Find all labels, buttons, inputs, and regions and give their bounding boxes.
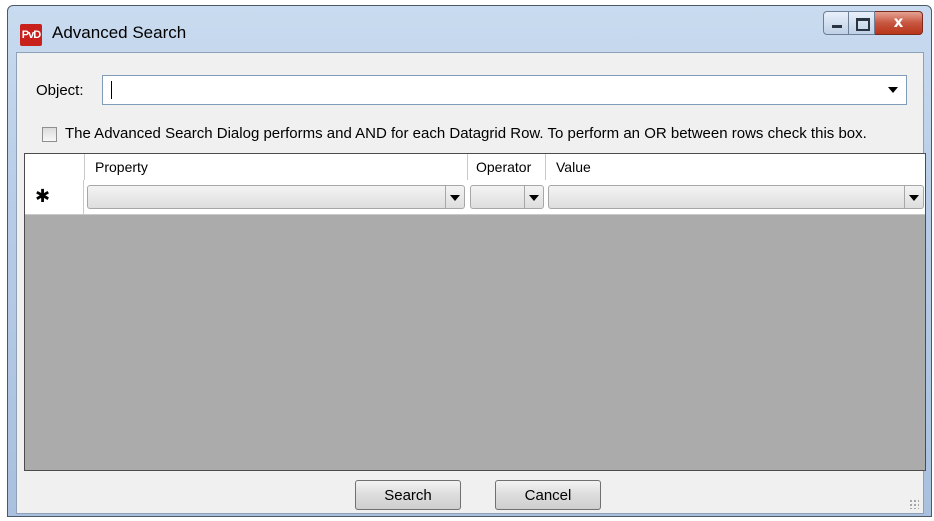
column-header-value[interactable]: Value [546,154,925,180]
chevron-down-icon[interactable] [888,87,898,93]
dialog-body: Object: The Advanced Search Dialog perfo… [16,52,926,514]
text-caret [111,81,112,99]
advanced-search-window: PvD Advanced Search x Object: The Advanc… [7,5,932,517]
search-datagrid[interactable]: Property Operator Value ✱ [24,153,926,471]
cancel-button[interactable]: Cancel [495,480,601,510]
close-button[interactable]: x [875,11,923,35]
object-label: Object: [36,82,84,99]
property-dropdown[interactable] [87,185,465,209]
minimize-button[interactable] [823,11,849,35]
app-icon: PvD [20,24,42,46]
object-combobox[interactable] [102,75,907,105]
window-controls: x [823,11,923,37]
close-icon: x [893,13,904,31]
or-rows-checkbox[interactable] [42,127,57,142]
maximize-button[interactable] [849,11,875,35]
title-bar[interactable]: PvD Advanced Search x [8,6,931,52]
value-dropdown[interactable] [548,185,924,209]
grid-header: Property Operator Value [25,154,925,181]
maximize-icon [856,18,870,31]
new-row-marker: ✱ [25,180,84,214]
search-button[interactable]: Search [355,480,461,510]
minimize-icon [832,25,842,28]
operator-dropdown[interactable] [470,185,544,209]
row-header-corner [25,154,85,180]
chevron-down-icon[interactable] [524,186,543,208]
column-header-operator[interactable]: Operator [468,154,546,180]
chevron-down-icon[interactable] [904,186,923,208]
window-title: Advanced Search [52,23,187,42]
resize-grip[interactable] [909,499,919,509]
or-rows-checkbox-label: The Advanced Search Dialog performs and … [65,125,867,142]
chevron-down-icon[interactable] [445,186,464,208]
table-row-new[interactable]: ✱ [25,180,925,215]
column-header-property[interactable]: Property [85,154,468,180]
